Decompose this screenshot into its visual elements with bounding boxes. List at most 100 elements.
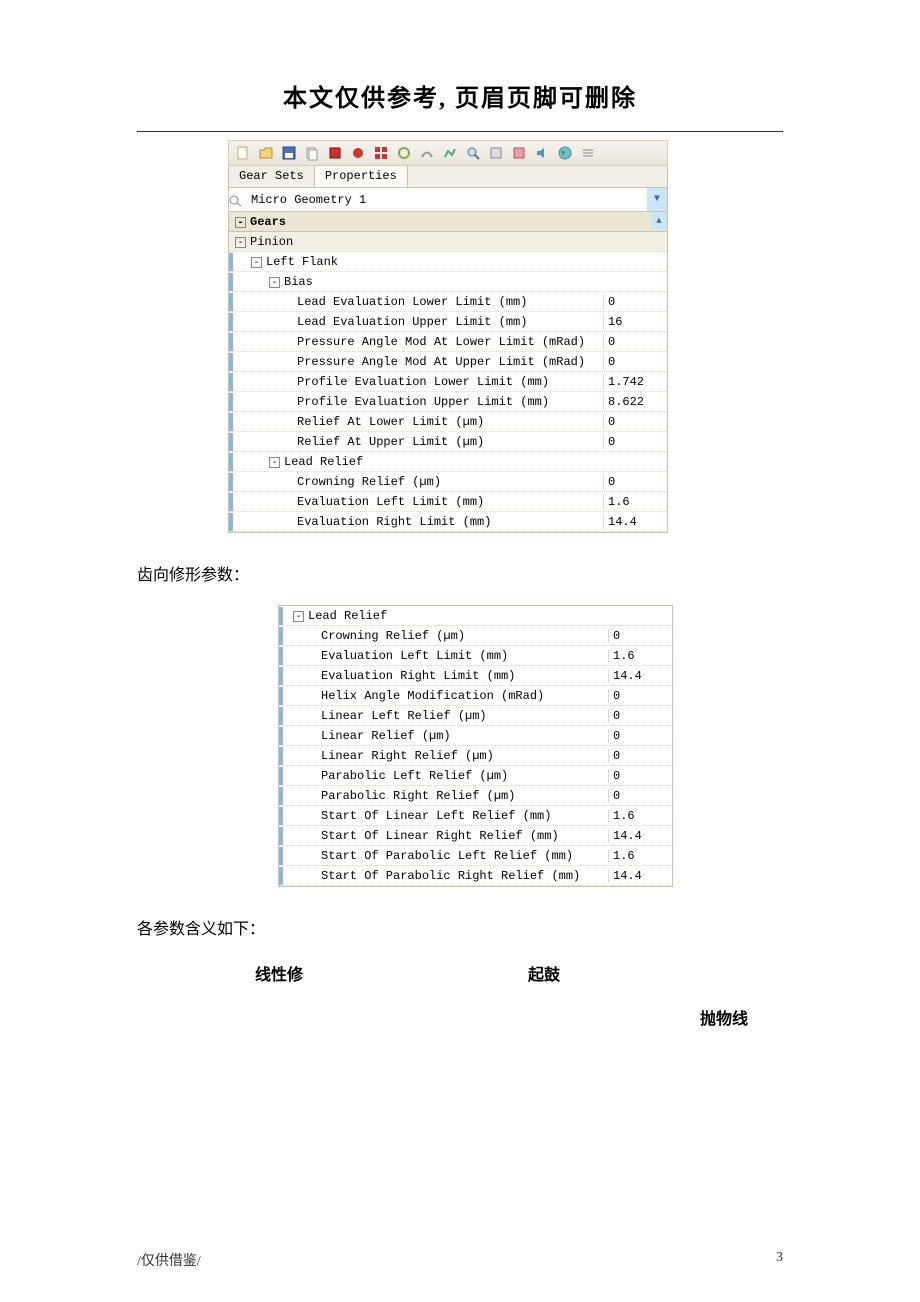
open-file-icon[interactable] xyxy=(256,143,276,163)
param-row[interactable]: Lead Evaluation Lower Limit (mm)0 xyxy=(229,292,667,312)
left-flank-label: Left Flank xyxy=(266,255,338,269)
tabs-row: Gear Sets Properties xyxy=(228,166,668,188)
param-value[interactable]: 0 xyxy=(608,769,672,783)
bias-row[interactable]: -Bias xyxy=(229,272,667,292)
page-footer: /仅供借鉴/ 3 xyxy=(137,1250,783,1270)
param-value[interactable]: 1.6 xyxy=(608,649,672,663)
param-value[interactable]: 0 xyxy=(608,689,672,703)
param-row[interactable]: Linear Right Relief (µm)0 xyxy=(279,746,672,766)
param-label: Crowning Relief (µm) xyxy=(279,629,608,643)
param-label: Parabolic Left Relief (µm) xyxy=(279,769,608,783)
new-file-icon[interactable] xyxy=(233,143,253,163)
param-row[interactable]: Relief At Lower Limit (µm)0 xyxy=(229,412,667,432)
param-row[interactable]: Parabolic Right Relief (µm)0 xyxy=(279,786,672,806)
param-value[interactable]: 1.742 xyxy=(603,375,667,389)
arc-icon[interactable] xyxy=(417,143,437,163)
tool-b-icon[interactable] xyxy=(509,143,529,163)
param-label: Relief At Lower Limit (µm) xyxy=(229,415,603,429)
param-row[interactable]: Start Of Linear Left Relief (mm)1.6 xyxy=(279,806,672,826)
param-value[interactable]: 0 xyxy=(608,629,672,643)
body-text-1: 齿向修形参数： xyxy=(137,561,920,585)
param-label: Evaluation Left Limit (mm) xyxy=(279,649,608,663)
connector-icon[interactable] xyxy=(440,143,460,163)
param-value[interactable]: 14.4 xyxy=(608,869,672,883)
zoom-icon[interactable] xyxy=(463,143,483,163)
param-label: Linear Left Relief (µm) xyxy=(279,709,608,723)
param-label: Evaluation Right Limit (mm) xyxy=(279,669,608,683)
pinion-row[interactable]: -Pinion xyxy=(229,232,667,252)
param-value[interactable]: 0 xyxy=(603,355,667,369)
param-value[interactable]: 1.6 xyxy=(608,809,672,823)
tab-properties[interactable]: Properties xyxy=(315,166,408,187)
param-row[interactable]: Start Of Parabolic Left Relief (mm)1.6 xyxy=(279,846,672,866)
sound-icon[interactable] xyxy=(532,143,552,163)
swirl-icon[interactable] xyxy=(394,143,414,163)
lead-relief-row[interactable]: -Lead Relief xyxy=(229,452,667,472)
micro-geometry-dropdown[interactable]: Micro Geometry 1 ▼ xyxy=(228,188,668,212)
lead-relief-row[interactable]: -Lead Relief xyxy=(279,606,672,626)
param-value[interactable]: 16 xyxy=(603,315,667,329)
legend-row-1: 线性修 起鼓 xyxy=(0,961,920,985)
param-label: Pressure Angle Mod At Upper Limit (mRad) xyxy=(229,355,603,369)
param-row[interactable]: Linear Relief (µm)0 xyxy=(279,726,672,746)
param-value[interactable]: 14.4 xyxy=(608,829,672,843)
grid-red-icon[interactable] xyxy=(371,143,391,163)
param-row[interactable]: Helix Angle Modification (mRad)0 xyxy=(279,686,672,706)
param-row[interactable]: Crowning Relief (µm)0 xyxy=(279,626,672,646)
param-value[interactable]: 1.6 xyxy=(603,495,667,509)
bias-label: Bias xyxy=(284,275,313,289)
tab-gear-sets[interactable]: Gear Sets xyxy=(229,166,315,187)
param-row[interactable]: Profile Evaluation Upper Limit (mm)8.622 xyxy=(229,392,667,412)
gears-label: Gears xyxy=(250,215,286,229)
param-value[interactable]: 14.4 xyxy=(603,515,667,529)
expander-icon[interactable]: - xyxy=(235,217,246,228)
param-row[interactable]: Lead Evaluation Upper Limit (mm)16 xyxy=(229,312,667,332)
bracket-red-icon[interactable] xyxy=(325,143,345,163)
param-value[interactable]: 8.622 xyxy=(603,395,667,409)
param-label: Start Of Linear Right Relief (mm) xyxy=(279,829,608,843)
gears-header-row[interactable]: -Gears xyxy=(229,212,667,232)
param-row[interactable]: Evaluation Left Limit (mm)1.6 xyxy=(279,646,672,666)
param-row[interactable]: Linear Left Relief (µm)0 xyxy=(279,706,672,726)
param-row[interactable]: Start Of Linear Right Relief (mm)14.4 xyxy=(279,826,672,846)
scroll-up-icon[interactable]: ▲ xyxy=(651,212,667,230)
param-value[interactable]: 0 xyxy=(608,789,672,803)
param-row[interactable]: Parabolic Left Relief (µm)0 xyxy=(279,766,672,786)
body-text-2: 各参数含义如下： xyxy=(137,915,920,939)
lead-relief-label: Lead Relief xyxy=(308,609,387,623)
param-value[interactable]: 0 xyxy=(603,335,667,349)
param-row[interactable]: Crowning Relief (µm)0 xyxy=(229,472,667,492)
param-value[interactable]: 0 xyxy=(603,295,667,309)
param-row[interactable]: Profile Evaluation Lower Limit (mm)1.742 xyxy=(229,372,667,392)
param-value[interactable]: 14.4 xyxy=(608,669,672,683)
center-red-icon[interactable] xyxy=(348,143,368,163)
param-value[interactable]: 0 xyxy=(603,435,667,449)
expander-icon[interactable]: - xyxy=(269,457,280,468)
expander-icon[interactable]: - xyxy=(293,611,304,622)
param-value[interactable]: 0 xyxy=(608,709,672,723)
param-value[interactable]: 0 xyxy=(608,749,672,763)
expander-icon[interactable]: - xyxy=(269,277,280,288)
param-row[interactable]: Evaluation Right Limit (mm)14.4 xyxy=(229,512,667,532)
globe-icon[interactable] xyxy=(555,143,575,163)
tree-panel-2: -Lead Relief Crowning Relief (µm)0 Evalu… xyxy=(278,605,673,887)
save-icon[interactable] xyxy=(279,143,299,163)
left-flank-row[interactable]: -Left Flank xyxy=(229,252,667,272)
lead-relief-label: Lead Relief xyxy=(284,455,363,469)
param-row[interactable]: Evaluation Left Limit (mm)1.6 xyxy=(229,492,667,512)
param-row[interactable]: Pressure Angle Mod At Lower Limit (mRad)… xyxy=(229,332,667,352)
param-value[interactable]: 1.6 xyxy=(608,849,672,863)
param-value[interactable]: 0 xyxy=(608,729,672,743)
list-icon[interactable] xyxy=(578,143,598,163)
param-row[interactable]: Pressure Angle Mod At Upper Limit (mRad)… xyxy=(229,352,667,372)
tool-a-icon[interactable] xyxy=(486,143,506,163)
dropdown-arrow-icon[interactable]: ▼ xyxy=(647,188,667,211)
param-row[interactable]: Relief At Upper Limit (µm)0 xyxy=(229,432,667,452)
param-row[interactable]: Start Of Parabolic Right Relief (mm)14.4 xyxy=(279,866,672,886)
expander-icon[interactable]: - xyxy=(235,237,246,248)
param-value[interactable]: 0 xyxy=(603,415,667,429)
param-value[interactable]: 0 xyxy=(603,475,667,489)
param-row[interactable]: Evaluation Right Limit (mm)14.4 xyxy=(279,666,672,686)
expander-icon[interactable]: - xyxy=(251,257,262,268)
copy-icon[interactable] xyxy=(302,143,322,163)
